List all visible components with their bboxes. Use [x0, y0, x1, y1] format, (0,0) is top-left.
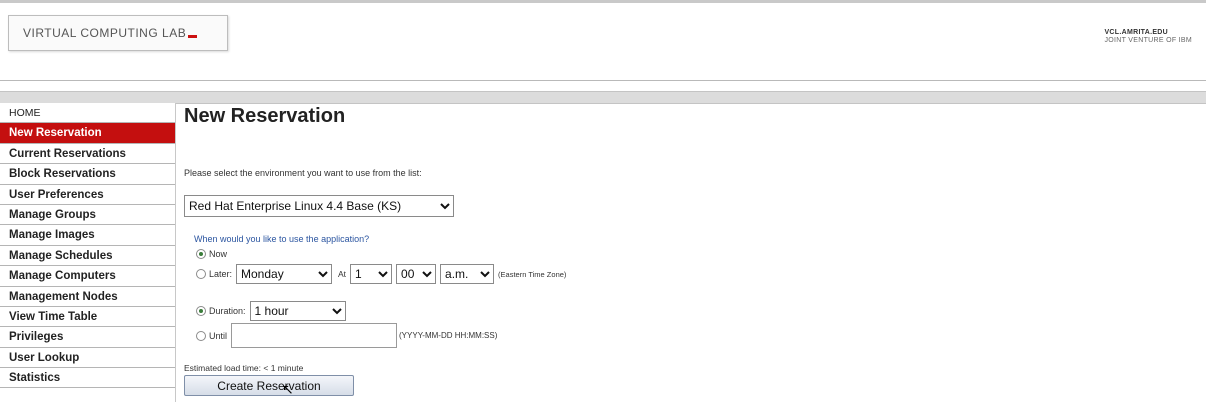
duration-select[interactable]: 1 hour: [249, 301, 346, 321]
now-row: Now: [196, 249, 227, 259]
sidebar-item-block-reservations[interactable]: Block Reservations: [0, 164, 175, 185]
sidebar-item-statistics[interactable]: Statistics: [0, 368, 175, 389]
duration-row: Duration: 1 hour: [196, 301, 346, 321]
vcl-logo[interactable]: VIRTUAL COMPUTING LAB: [8, 15, 228, 51]
at-label: At: [338, 269, 347, 279]
sidebar-nav: HOME New Reservation Current Reservation…: [0, 103, 176, 402]
later-radio[interactable]: [196, 269, 206, 279]
sidebar-item-manage-images[interactable]: Manage Images: [0, 225, 175, 246]
environment-prompt: Please select the environment you want t…: [184, 168, 422, 178]
page-title: New Reservation: [184, 105, 346, 127]
later-row: Later: Monday At 1 00 a.m. (Eastern Time…: [196, 264, 566, 284]
sidebar-item-manage-schedules[interactable]: Manage Schedules: [0, 245, 175, 267]
duration-label: Duration:: [209, 306, 246, 316]
sidebar-item-user-preferences[interactable]: User Preferences: [0, 184, 175, 205]
now-label: Now: [209, 249, 228, 259]
sidebar-item-manage-computers[interactable]: Manage Computers: [0, 266, 175, 287]
sidebar-item-management-nodes[interactable]: Management Nodes: [0, 286, 175, 307]
sidebar-item-current-reservations[interactable]: Current Reservations: [0, 143, 175, 165]
sidebar-item-privileges[interactable]: Privileges: [0, 327, 175, 348]
until-label: Until: [209, 330, 228, 341]
logo-text: VIRTUAL COMPUTING LAB: [23, 26, 187, 40]
now-radio[interactable]: [196, 249, 206, 259]
sidebar-item-user-lookup[interactable]: User Lookup: [0, 347, 175, 369]
until-input[interactable]: [231, 323, 398, 348]
page-header: VIRTUAL COMPUTING LAB VCL.AMRITA.EDU JOI…: [0, 3, 1206, 81]
until-row: Until (YYYY-MM-DD HH:MM:SS): [196, 323, 497, 348]
until-radio[interactable]: [196, 330, 206, 341]
timezone-label: (Eastern Time Zone): [498, 269, 567, 279]
header-spacer: [0, 81, 1206, 91]
until-format-hint: (YYYY-MM-DD HH:MM:SS): [399, 331, 498, 340]
create-reservation-button[interactable]: Create Reservation: [184, 375, 354, 396]
duration-radio[interactable]: [196, 306, 206, 316]
later-label: Later:: [209, 269, 233, 279]
environment-select[interactable]: Red Hat Enterprise Linux 4.4 Base (KS): [184, 195, 454, 217]
sidebar-item-new-reservation[interactable]: New Reservation: [0, 123, 175, 144]
sidebar-item-home[interactable]: HOME: [0, 103, 175, 124]
when-label: When would you like to use the applicati…: [194, 234, 370, 244]
estimated-load-time: Estimated load time: < 1 minute: [184, 363, 304, 373]
brand-domain: VCL.AMRITA.EDU: [1104, 29, 1169, 36]
logo-red-mark-icon: [188, 35, 198, 38]
day-select[interactable]: Monday: [236, 264, 333, 284]
ampm-select[interactable]: a.m.: [440, 264, 495, 284]
minute-select[interactable]: 00: [396, 264, 437, 284]
sidebar-item-view-time-table[interactable]: View Time Table: [0, 306, 175, 328]
main-content: New Reservation Please select the enviro…: [184, 103, 1184, 402]
hour-select[interactable]: 1: [350, 264, 393, 284]
brand-tagline: JOINT VENTURE OF IBM: [1104, 37, 1192, 44]
brand-block: VCL.AMRITA.EDU JOINT VENTURE OF IBM: [1104, 29, 1192, 44]
sidebar-item-manage-groups[interactable]: Manage Groups: [0, 204, 175, 226]
